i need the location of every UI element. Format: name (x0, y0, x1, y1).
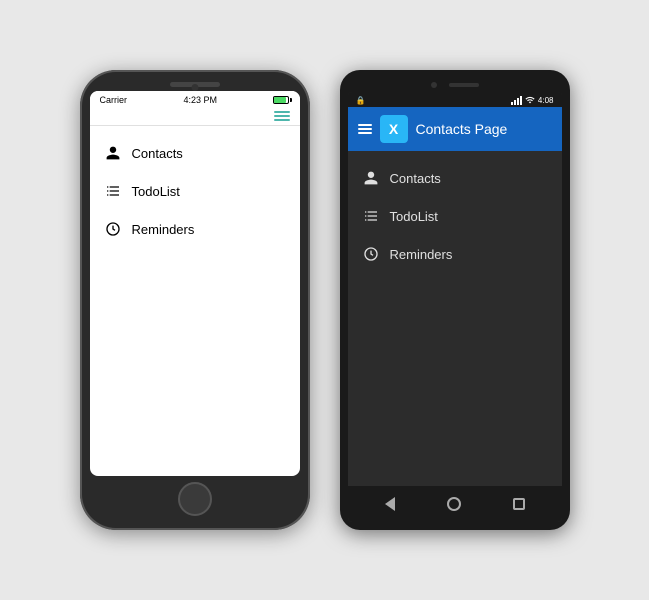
ios-camera (191, 84, 198, 91)
ios-todolist-label: TodoList (132, 184, 180, 199)
ios-menu-item-reminders[interactable]: Reminders (90, 210, 300, 248)
android-signal-icon (511, 95, 522, 105)
android-phone: 🔒 4:08 X (340, 70, 570, 530)
android-camera (431, 82, 437, 88)
ios-menu-item-todolist[interactable]: TodoList (90, 172, 300, 210)
android-hamburger-line-3 (358, 132, 372, 134)
android-menu-list: Contacts TodoList Remin (348, 151, 562, 486)
signal-bar-3 (517, 98, 519, 105)
ios-nav-bar (90, 107, 300, 126)
android-speaker (449, 83, 479, 87)
ios-contacts-label: Contacts (132, 146, 183, 161)
android-home-button[interactable] (442, 492, 466, 516)
back-triangle-icon (385, 497, 395, 511)
app-logo: X (380, 115, 408, 143)
signal-bar-1 (511, 102, 513, 105)
ios-battery-area (273, 96, 289, 104)
android-reminders-icon (362, 245, 380, 263)
signal-bar-4 (520, 96, 522, 105)
android-todolist-label: TodoList (390, 209, 438, 224)
android-menu-item-todolist[interactable]: TodoList (348, 197, 562, 235)
android-menu-item-contacts[interactable]: Contacts (348, 159, 562, 197)
android-hamburger-line-1 (358, 124, 372, 126)
app-logo-letter: X (389, 121, 398, 137)
android-status-right: 4:08 (511, 95, 554, 105)
ios-carrier: Carrier (100, 95, 128, 105)
ios-reminders-icon (104, 220, 122, 238)
ios-phone: Carrier 4:23 PM (80, 70, 310, 530)
android-contacts-icon (362, 169, 380, 187)
recent-square-icon (513, 498, 525, 510)
android-hamburger-icon[interactable] (358, 124, 372, 134)
android-back-button[interactable] (378, 492, 402, 516)
home-circle-icon (447, 497, 461, 511)
android-time: 4:08 (538, 96, 554, 105)
ios-screen: Carrier 4:23 PM (90, 91, 300, 476)
hamburger-line-2 (274, 115, 290, 117)
android-todolist-icon (362, 207, 380, 225)
hamburger-line-3 (274, 119, 290, 121)
ios-phone-top (90, 80, 300, 91)
ios-todolist-icon (104, 182, 122, 200)
ios-status-bar: Carrier 4:23 PM (90, 91, 300, 107)
ios-battery-fill (274, 97, 285, 103)
android-toolbar: X Contacts Page (348, 107, 562, 151)
android-reminders-label: Reminders (390, 247, 453, 262)
ios-menu-item-contacts[interactable]: Contacts (90, 134, 300, 172)
android-contacts-label: Contacts (390, 171, 441, 186)
android-bottom-bar (348, 486, 562, 522)
ios-menu-list: Contacts TodoList Remin (90, 126, 300, 476)
signal-bar-2 (514, 100, 516, 105)
ios-hamburger-icon[interactable] (274, 111, 290, 121)
android-wifi-icon (525, 95, 535, 105)
android-recent-button[interactable] (507, 492, 531, 516)
android-lock-icon: 🔒 (356, 96, 366, 105)
android-menu-item-reminders[interactable]: Reminders (348, 235, 562, 273)
ios-home-button[interactable] (178, 482, 212, 516)
android-top-bar (348, 78, 562, 92)
ios-time: 4:23 PM (183, 95, 217, 105)
ios-contacts-icon (104, 144, 122, 162)
ios-battery-icon (273, 96, 289, 104)
android-hamburger-line-2 (358, 128, 372, 130)
android-status-bar: 🔒 4:08 (348, 92, 562, 107)
android-toolbar-title: Contacts Page (416, 121, 508, 137)
android-screen: 🔒 4:08 X (348, 92, 562, 522)
hamburger-line-1 (274, 111, 290, 113)
ios-reminders-label: Reminders (132, 222, 195, 237)
